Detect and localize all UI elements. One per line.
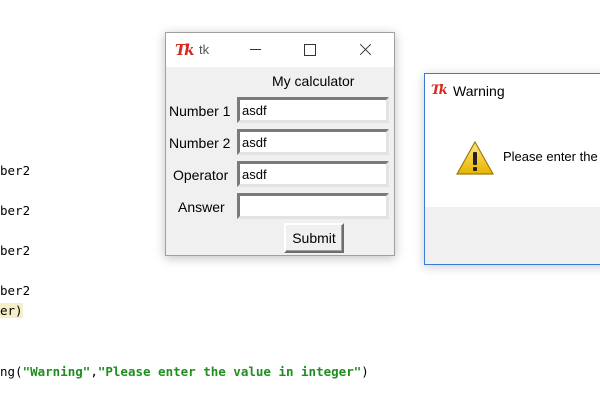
- dialog-footer: [425, 207, 600, 264]
- calculator-heading: My calculator: [272, 73, 355, 89]
- answer-field[interactable]: [237, 193, 389, 219]
- dialog-title: Warning: [453, 83, 505, 99]
- code-paren: ): [361, 364, 369, 379]
- code-line: ber2: [0, 243, 31, 258]
- code-string: "Please enter the value in integer": [97, 364, 362, 379]
- warning-message: Please enter the: [503, 149, 598, 164]
- code-line: ber2: [0, 283, 31, 298]
- code-line: er): [0, 303, 23, 319]
- code-line: ber2: [0, 163, 31, 178]
- minimize-icon[interactable]: [242, 38, 270, 62]
- submit-button[interactable]: Submit: [284, 223, 344, 253]
- calculator-window[interactable]: Tk tk My calculator Number 1 Number 2 Op…: [165, 32, 395, 256]
- answer-label: Answer: [178, 199, 225, 215]
- window-title: tk: [199, 42, 210, 57]
- tk-feather-icon: Tk: [431, 83, 448, 98]
- warning-dialog[interactable]: Tk Warning Please enter the: [424, 73, 600, 265]
- operator-field[interactable]: [237, 161, 389, 187]
- code-call: ng(: [0, 364, 23, 379]
- title-bar[interactable]: Tk tk: [166, 33, 394, 67]
- code-highlight: er): [0, 303, 23, 318]
- close-icon[interactable]: [351, 38, 379, 62]
- number1-field[interactable]: [237, 97, 389, 123]
- code-comma: ,: [90, 364, 98, 379]
- warning-triangle-icon: [455, 140, 495, 175]
- number2-label: Number 2: [169, 135, 231, 151]
- maximize-icon[interactable]: [296, 38, 324, 62]
- code-string: "Warning": [22, 364, 91, 379]
- operator-label: Operator: [173, 167, 229, 183]
- code-line: ng("Warning","Please enter the value in …: [0, 364, 369, 380]
- number2-field[interactable]: [237, 129, 389, 155]
- number1-label: Number 1: [169, 103, 231, 119]
- tk-feather-icon: Tk: [175, 41, 195, 59]
- code-line: ber2: [0, 203, 31, 218]
